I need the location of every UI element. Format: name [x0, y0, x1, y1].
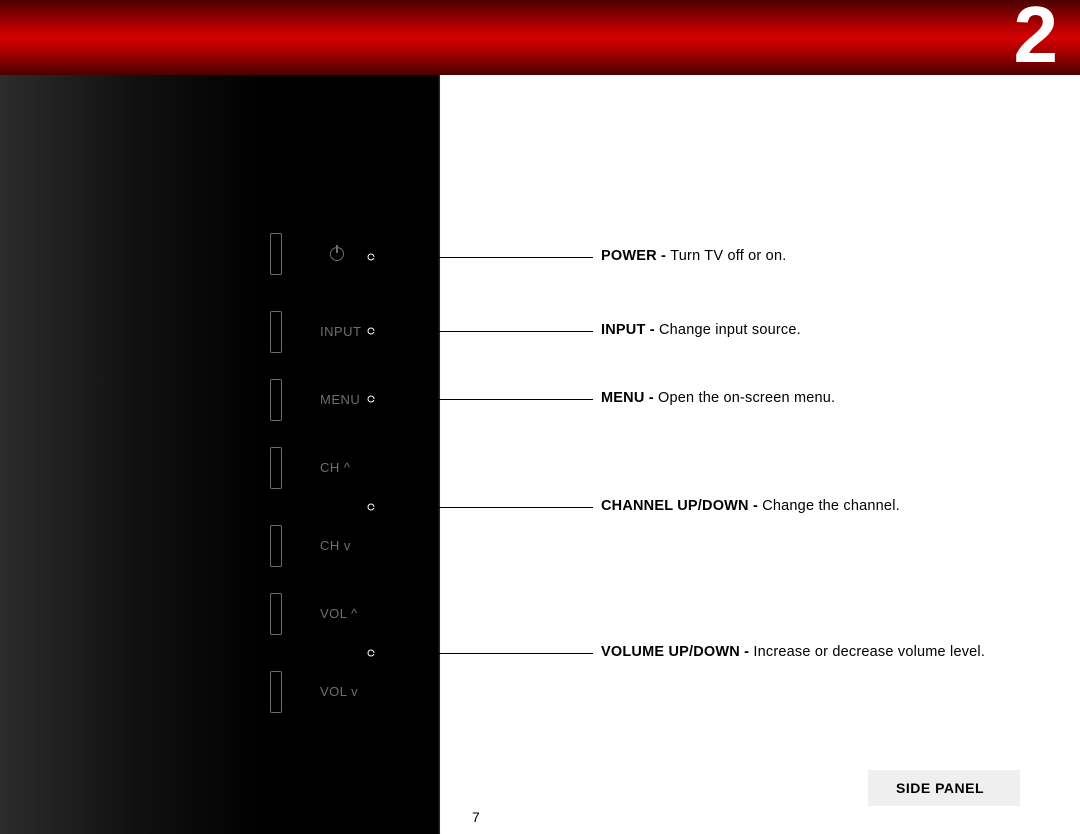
- leader-line: [371, 507, 593, 508]
- tv-side-panel-illustration: INPUT MENU CH ^ CH v VOL ^ VOL v: [0, 75, 440, 834]
- input-button-slot: [270, 311, 282, 353]
- page-number: 7: [472, 809, 480, 825]
- header-bar: 2: [0, 0, 1080, 75]
- input-label: INPUT: [320, 324, 362, 339]
- callout-label: MENU -: [601, 390, 658, 406]
- vol-up-label: VOL ^: [320, 606, 358, 621]
- callout-desc: Turn TV off or on.: [670, 248, 786, 264]
- callout-desc: Change input source.: [659, 322, 801, 338]
- leader-line: [371, 257, 593, 258]
- callout-label: INPUT -: [601, 322, 659, 338]
- callout-label: POWER -: [601, 248, 670, 264]
- ch-up-label: CH ^: [320, 460, 351, 475]
- vol-down-label: VOL v: [320, 684, 358, 699]
- callout-label: CHANNEL UP/DOWN -: [601, 498, 762, 514]
- callout-desc: Open the on-screen menu.: [658, 390, 835, 406]
- callout-desc: Change the channel.: [762, 498, 900, 514]
- volume-callout: VOLUME UP/DOWN - Increase or decrease vo…: [601, 644, 985, 660]
- callout-desc: Increase or decrease volume level.: [753, 644, 985, 660]
- ch-down-label: CH v: [320, 538, 351, 553]
- ch-down-button-slot: [270, 525, 282, 567]
- input-callout: INPUT - Change input source.: [601, 322, 801, 338]
- menu-callout: MENU - Open the on-screen menu.: [601, 390, 835, 406]
- vol-up-button-slot: [270, 593, 282, 635]
- callout-label: VOLUME UP/DOWN -: [601, 644, 753, 660]
- leader-line: [371, 331, 593, 332]
- power-button-slot: [270, 233, 282, 275]
- ch-up-button-slot: [270, 447, 282, 489]
- menu-label: MENU: [320, 392, 360, 407]
- leader-line: [371, 399, 593, 400]
- section-tag: SIDE PANEL: [868, 770, 1020, 806]
- chapter-number: 2: [1014, 0, 1059, 75]
- power-callout: POWER - Turn TV off or on.: [601, 248, 786, 264]
- menu-button-slot: [270, 379, 282, 421]
- vol-down-button-slot: [270, 671, 282, 713]
- leader-line: [371, 653, 593, 654]
- channel-callout: CHANNEL UP/DOWN - Change the channel.: [601, 498, 900, 514]
- power-icon: [330, 247, 344, 261]
